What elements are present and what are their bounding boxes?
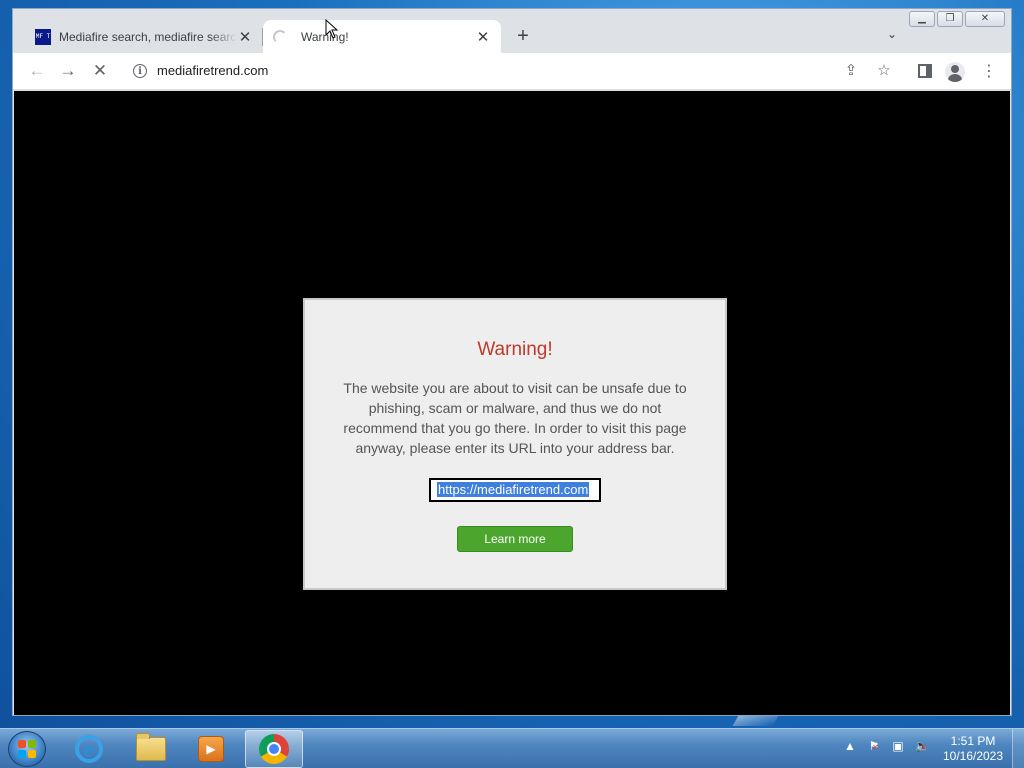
clock-time: 1:51 PM [950, 734, 996, 748]
windows-logo-icon [18, 740, 36, 758]
address-bar[interactable]: i mediafiretrend.com ⇪ ☆ [123, 57, 1003, 86]
tab-title: Mediafire search, mediafire search [59, 29, 237, 44]
side-panel-icon[interactable] [918, 64, 932, 78]
forward-arrow-icon[interactable]: → [58, 61, 78, 81]
tab-warning[interactable]: Warning! ✕ [263, 20, 501, 53]
tab-mediafire-search[interactable]: MF T Mediafire search, mediafire search … [25, 20, 263, 53]
loading-spinner-icon [273, 29, 287, 44]
folder-icon [136, 733, 166, 761]
show-hidden-icons-icon[interactable]: ▲ [842, 739, 858, 753]
back-arrow-icon[interactable]: ← [27, 61, 47, 81]
tab-search-chevron-icon[interactable]: ⌄ [887, 27, 897, 41]
file-explorer-taskbar-item[interactable] [122, 730, 180, 768]
browser-toolbar: ← → ✕ i mediafiretrend.com ⇪ ☆ ⋮ [13, 53, 1011, 90]
show-desktop-button[interactable] [1012, 729, 1024, 768]
close-window-button[interactable]: ✕ [965, 11, 1005, 27]
site-info-icon[interactable]: i [133, 64, 147, 78]
media-player-taskbar-item[interactable]: ▶ [182, 730, 240, 768]
warning-dialog: Warning! The website you are about to vi… [303, 298, 727, 590]
dialog-message: The website you are about to visit can b… [343, 380, 687, 456]
address-bar-url[interactable]: mediafiretrend.com [157, 63, 268, 78]
tab-strip: MF T Mediafire search, mediafire search … [13, 9, 1011, 53]
mediafire-favicon-icon: MF T [35, 28, 51, 45]
internet-explorer-icon: e [75, 735, 103, 763]
browser-window: MF T Mediafire search, mediafire search … [12, 8, 1012, 716]
window-controls: ▁ ❐ ✕ [909, 11, 1005, 27]
chrome-icon [259, 734, 289, 764]
chrome-taskbar-item[interactable] [245, 730, 303, 768]
share-icon[interactable]: ⇪ [841, 61, 861, 79]
tab-close-icon[interactable]: ✕ [237, 28, 253, 46]
internet-explorer-taskbar-item[interactable]: e [60, 730, 118, 768]
taskbar: e ▶ ▲ ⚑ ▣ 🔈 1:51 PM 10/16/2023 [0, 728, 1024, 768]
volume-muted-icon[interactable]: 🔈 [914, 739, 930, 753]
page-content: Warning! The website you are about to vi… [14, 91, 1010, 715]
system-clock[interactable]: 1:51 PM 10/16/2023 [938, 734, 1008, 764]
action-center-flag-icon[interactable]: ⚑ [866, 739, 882, 753]
bookmark-star-icon[interactable]: ☆ [874, 61, 894, 79]
tab-close-icon[interactable]: ✕ [475, 28, 491, 46]
mouse-cursor-icon [325, 19, 339, 39]
kebab-menu-icon[interactable]: ⋮ [979, 61, 999, 81]
network-icon[interactable]: ▣ [890, 739, 906, 753]
profile-avatar-icon[interactable] [945, 62, 965, 82]
new-tab-button[interactable]: + [513, 26, 533, 46]
restore-button[interactable]: ❐ [937, 11, 963, 27]
minimize-button[interactable]: ▁ [909, 11, 935, 27]
media-player-icon: ▶ [198, 736, 224, 762]
selected-url-text[interactable]: https://mediafiretrend.com [437, 482, 590, 497]
system-tray: ▲ ⚑ ▣ 🔈 [842, 739, 930, 753]
stop-loading-icon[interactable]: ✕ [90, 61, 110, 81]
clock-date: 10/16/2023 [942, 749, 1004, 763]
dialog-title: Warning! [477, 339, 553, 360]
start-button[interactable] [8, 731, 46, 767]
url-text-field[interactable]: https://mediafiretrend.com [429, 478, 601, 502]
learn-more-button[interactable]: Learn more [457, 526, 573, 552]
